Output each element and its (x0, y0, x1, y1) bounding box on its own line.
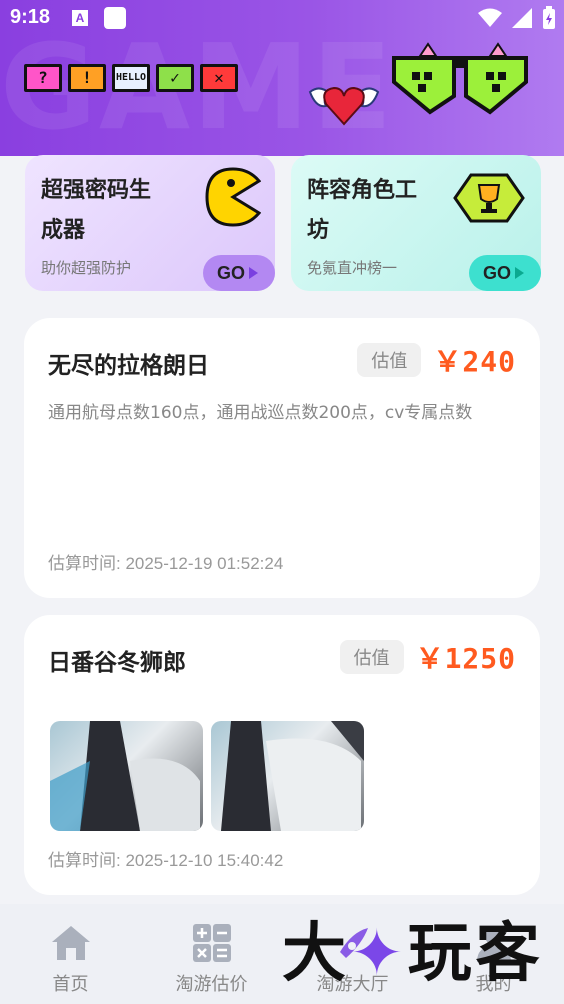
hello-pixel-icon: HELLO (112, 64, 150, 92)
wifi-icon (478, 8, 502, 27)
thumbnail-row (50, 721, 364, 831)
nav-label: 淘游估价 (175, 974, 248, 995)
brand-accent: ✦ (350, 917, 408, 991)
password-generator-card[interactable]: 超强密码生成器 助你超强防护 GO (25, 155, 275, 291)
pixel-sunglasses-icon (392, 42, 528, 115)
status-bar: 9:18 A (0, 0, 564, 38)
exclamation-pixel-icon: ! (68, 64, 106, 92)
price-value: ￥240 (433, 345, 516, 378)
check-pixel-icon: ✓ (156, 64, 194, 92)
trophy-icon (453, 173, 525, 223)
price-block: 估值 ￥1250 (339, 637, 516, 677)
winged-heart-icon (308, 86, 380, 126)
price-block: 估值 ￥240 (357, 340, 516, 380)
estimate-badge: 估值 (339, 640, 404, 674)
play-arrow-icon (515, 267, 525, 279)
figure-photo[interactable] (50, 721, 203, 831)
pacman-icon (205, 167, 261, 227)
keyboard-a-icon: A (72, 10, 88, 26)
status-time: 9:18 (10, 6, 51, 28)
question-pixel-icon: ? (24, 64, 62, 92)
valuation-card[interactable]: 无尽的拉格朗日 估值 ￥240 通用航母点数160点，通用战巡点数200点，cv… (24, 318, 540, 598)
lineup-workshop-card[interactable]: 阵容角色工坊 免氪直冲榜一 GO (291, 155, 541, 291)
calculator-icon (192, 924, 231, 962)
estimate-time: 估算时间: 2025-12-10 15:40:42 (48, 851, 284, 870)
estimate-badge: 估值 (357, 343, 422, 377)
cross-pixel-icon: ✕ (200, 64, 238, 92)
valuation-card[interactable]: 日番谷冬狮郎 估值 ￥1250 估算时间: 2025-12-10 15:40:4… (24, 615, 540, 895)
figure-photo[interactable] (211, 721, 364, 831)
nav-valuation[interactable]: 淘游估价 (141, 904, 282, 1004)
feature-title: 阵容角色工坊 (307, 178, 418, 243)
nav-label: 首页 (52, 974, 89, 995)
home-icon (51, 926, 90, 960)
estimate-time: 估算时间: 2025-12-19 01:52:24 (48, 554, 284, 573)
status-icons (478, 6, 556, 30)
pixel-emoji-row: ? ! HELLO ✓ ✕ (24, 64, 238, 92)
play-arrow-icon (249, 267, 259, 279)
header-banner: GAME 9:18 A ? ! HELLO ✓ ✕ (0, 0, 564, 156)
battery-icon (543, 6, 555, 29)
go-button[interactable]: GO (203, 255, 275, 291)
price-value: ￥1250 (415, 642, 516, 675)
signal-icon (512, 8, 532, 28)
go-button[interactable]: GO (469, 255, 541, 291)
feature-title: 超强密码生成器 (41, 178, 152, 243)
account-description: 通用航母点数160点，通用战巡点数200点，cv专属点数 (48, 403, 473, 423)
notification-icon (104, 7, 126, 29)
nav-home[interactable]: 首页 (0, 904, 141, 1004)
brand-watermark: 大✦玩客 (282, 917, 544, 991)
